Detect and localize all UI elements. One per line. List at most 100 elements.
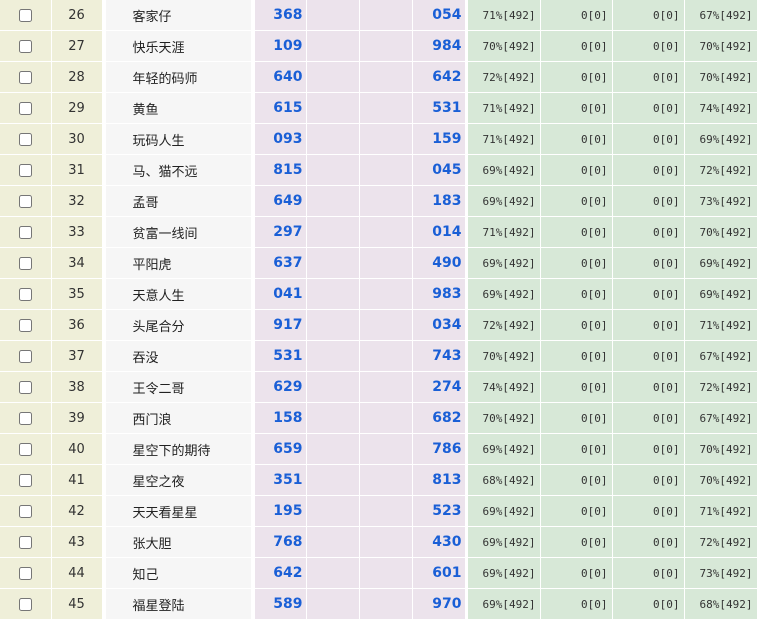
stat-4: 71%[492] — [684, 309, 757, 341]
expert-name[interactable]: 贫富一线间 — [105, 216, 252, 248]
stat-3: 0[0] — [612, 557, 685, 589]
table-row[interactable]: 34 平阳虎 637 490 69%[492] 0[0] 0[0] 69%[492] — [0, 247, 757, 279]
row-checkbox[interactable] — [18, 164, 32, 177]
expert-name[interactable]: 平阳虎 — [105, 247, 252, 279]
forecast-table: 26 客家仔 368 054 71%[492] 0[0] 0[0] 67%[492] 27 快乐天… — [0, 0, 757, 620]
number-a: 768 — [254, 526, 307, 558]
empty-cell — [306, 185, 360, 217]
row-checkbox[interactable] — [18, 567, 32, 580]
stat-4: 70%[492] — [684, 30, 757, 62]
row-checkbox-cell — [0, 588, 52, 620]
expert-name[interactable]: 王令二哥 — [105, 371, 252, 403]
expert-name[interactable]: 张大胆 — [105, 526, 252, 558]
table-row[interactable]: 43 张大胆 768 430 69%[492] 0[0] 0[0] 72%[492] — [0, 526, 757, 558]
stat-3: 0[0] — [612, 154, 685, 186]
expert-name[interactable]: 孟哥 — [105, 185, 252, 217]
stat-3: 0[0] — [612, 588, 685, 620]
expert-name[interactable]: 快乐天涯 — [105, 30, 252, 62]
stat-2: 0[0] — [540, 309, 613, 341]
table-row[interactable]: 27 快乐天涯 109 984 70%[492] 0[0] 0[0] 70%[492] — [0, 30, 757, 62]
empty-cell — [306, 30, 360, 62]
empty-cell — [359, 309, 413, 341]
expert-name[interactable]: 年轻的码师 — [105, 61, 252, 93]
stat-4: 70%[492] — [684, 61, 757, 93]
table-row[interactable]: 35 天意人生 041 983 69%[492] 0[0] 0[0] 69%[492] — [0, 278, 757, 310]
expert-name[interactable]: 西门浪 — [105, 402, 252, 434]
stat-2: 0[0] — [540, 30, 613, 62]
stat-4: 73%[492] — [684, 185, 757, 217]
number-a: 815 — [254, 154, 307, 186]
row-checkbox[interactable] — [18, 598, 32, 611]
table-row[interactable]: 29 黄鱼 615 531 71%[492] 0[0] 0[0] 74%[492] — [0, 92, 757, 124]
row-checkbox-cell — [0, 61, 52, 93]
empty-cell — [306, 495, 360, 527]
expert-name[interactable]: 知己 — [105, 557, 252, 589]
expert-name[interactable]: 星空之夜 — [105, 464, 252, 496]
row-checkbox[interactable] — [18, 474, 32, 487]
row-checkbox[interactable] — [18, 536, 32, 549]
row-checkbox[interactable] — [18, 443, 32, 456]
expert-name[interactable]: 天天看星星 — [105, 495, 252, 527]
expert-name[interactable]: 玩码人生 — [105, 123, 252, 155]
table-row[interactable]: 39 西门浪 158 682 70%[492] 0[0] 0[0] 67%[492] — [0, 402, 757, 434]
table-row[interactable]: 42 天天看星星 195 523 69%[492] 0[0] 0[0] 71%[492] — [0, 495, 757, 527]
empty-cell — [359, 371, 413, 403]
row-checkbox-cell — [0, 464, 52, 496]
row-checkbox[interactable] — [18, 9, 32, 22]
expert-name[interactable]: 福星登陆 — [105, 588, 252, 620]
empty-cell — [359, 123, 413, 155]
table-row[interactable]: 33 贫富一线间 297 014 71%[492] 0[0] 0[0] 70%[492] — [0, 216, 757, 248]
stat-4: 74%[492] — [684, 92, 757, 124]
expert-name[interactable]: 马、猫不远 — [105, 154, 252, 186]
expert-name[interactable]: 天意人生 — [105, 278, 252, 310]
table-row[interactable]: 32 孟哥 649 183 69%[492] 0[0] 0[0] 73%[492] — [0, 185, 757, 217]
table-row[interactable]: 36 头尾合分 917 034 72%[492] 0[0] 0[0] 71%[492] — [0, 309, 757, 341]
number-b: 970 — [412, 588, 466, 620]
stat-1: 70%[492] — [467, 30, 541, 62]
table-row[interactable]: 28 年轻的码师 640 642 72%[492] 0[0] 0[0] 70%[492] — [0, 61, 757, 93]
row-checkbox[interactable] — [18, 195, 32, 208]
table-row[interactable]: 31 马、猫不远 815 045 69%[492] 0[0] 0[0] 72%[492] — [0, 154, 757, 186]
row-checkbox[interactable] — [18, 350, 32, 363]
table-row[interactable]: 44 知己 642 601 69%[492] 0[0] 0[0] 73%[492] — [0, 557, 757, 589]
row-checkbox[interactable] — [18, 319, 32, 332]
empty-cell — [306, 123, 360, 155]
row-number: 44 — [51, 557, 103, 589]
table-row[interactable]: 45 福星登陆 589 970 69%[492] 0[0] 0[0] 68%[492] — [0, 588, 757, 620]
row-checkbox[interactable] — [18, 412, 32, 425]
row-checkbox[interactable] — [18, 257, 32, 270]
expert-name[interactable]: 客家仔 — [105, 0, 252, 31]
number-a: 637 — [254, 247, 307, 279]
row-checkbox[interactable] — [18, 288, 32, 301]
table-row[interactable]: 37 吞没 531 743 70%[492] 0[0] 0[0] 67%[492] — [0, 340, 757, 372]
row-checkbox[interactable] — [18, 133, 32, 146]
stat-1: 69%[492] — [467, 433, 541, 465]
expert-name[interactable]: 星空下的期待 — [105, 433, 252, 465]
row-checkbox[interactable] — [18, 71, 32, 84]
stat-3: 0[0] — [612, 216, 685, 248]
row-checkbox[interactable] — [18, 40, 32, 53]
empty-cell — [306, 557, 360, 589]
empty-cell — [306, 588, 360, 620]
stat-4: 72%[492] — [684, 371, 757, 403]
expert-name[interactable]: 黄鱼 — [105, 92, 252, 124]
row-checkbox[interactable] — [18, 226, 32, 239]
row-number: 33 — [51, 216, 103, 248]
empty-cell — [359, 216, 413, 248]
row-number: 43 — [51, 526, 103, 558]
stat-2: 0[0] — [540, 278, 613, 310]
table-row[interactable]: 40 星空下的期待 659 786 69%[492] 0[0] 0[0] 70%[492] — [0, 433, 757, 465]
table-row[interactable]: 26 客家仔 368 054 71%[492] 0[0] 0[0] 67%[492] — [0, 0, 757, 31]
stat-2: 0[0] — [540, 371, 613, 403]
table-row[interactable]: 41 星空之夜 351 813 68%[492] 0[0] 0[0] 70%[492] — [0, 464, 757, 496]
expert-name[interactable]: 头尾合分 — [105, 309, 252, 341]
expert-name[interactable]: 吞没 — [105, 340, 252, 372]
row-number: 27 — [51, 30, 103, 62]
row-checkbox[interactable] — [18, 102, 32, 115]
table-row[interactable]: 38 王令二哥 629 274 74%[492] 0[0] 0[0] 72%[492] — [0, 371, 757, 403]
table-row[interactable]: 30 玩码人生 093 159 71%[492] 0[0] 0[0] 69%[492] — [0, 123, 757, 155]
row-checkbox[interactable] — [18, 505, 32, 518]
row-checkbox[interactable] — [18, 381, 32, 394]
stat-1: 69%[492] — [467, 588, 541, 620]
number-b: 034 — [412, 309, 466, 341]
